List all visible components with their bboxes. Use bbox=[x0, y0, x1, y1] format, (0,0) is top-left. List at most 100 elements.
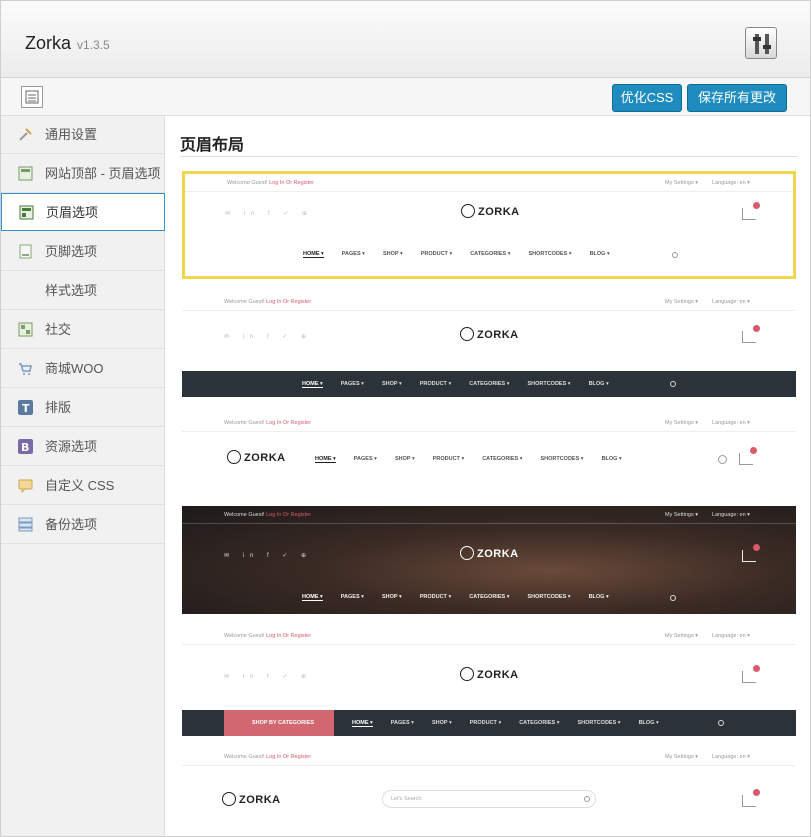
welcome-text: Welcome Guest! Log In Or Register bbox=[224, 633, 312, 639]
layout-topbar: Welcome Guest! Log In Or Register My Set… bbox=[185, 174, 793, 192]
header-layout-option-1[interactable]: Welcome Guest! Log In Or Register My Set… bbox=[182, 171, 796, 279]
logo-mark-icon bbox=[222, 792, 236, 806]
search-input[interactable]: Let's Search bbox=[382, 790, 596, 808]
navbar: SHOP BY CATEGORIES HOME ▾ PAGES ▾ SHOP ▾ PR… bbox=[182, 710, 796, 736]
logo: ZORKA bbox=[461, 204, 520, 219]
cart-icon bbox=[739, 447, 757, 465]
social-icons: ✉ in f ✓ ⊕ bbox=[224, 553, 313, 559]
layout-topbar: Welcome Guest! Log In Or Register My Set… bbox=[182, 627, 796, 645]
settings-toggle-icon[interactable] bbox=[745, 27, 777, 59]
sidebar-item-label: 备份选项 bbox=[45, 517, 98, 532]
sidebar-item-footer[interactable]: 页脚选项 bbox=[1, 233, 165, 271]
sidebar-item-label: 样式选项 bbox=[45, 283, 98, 298]
sidebar-item-label: 排版 bbox=[45, 400, 72, 415]
cart-icon bbox=[742, 202, 760, 220]
search-icon bbox=[718, 720, 724, 726]
search-icon bbox=[670, 381, 676, 387]
welcome-text: Welcome Guest! Log In Or Register bbox=[224, 512, 312, 518]
layout-topbar: Welcome Guest! Log In Or Register My Set… bbox=[182, 293, 796, 311]
sidebar-item-header[interactable]: 页眉选项 bbox=[1, 193, 165, 231]
logo: ZORKA bbox=[460, 546, 519, 561]
app-brand: Zorka v1.3.5 bbox=[25, 33, 110, 54]
page-title: 页眉布局 bbox=[180, 137, 245, 154]
main-menu: HOME ▾ PAGES ▾ SHOP ▾ PRODUCT ▾ CATEGORIES ▾… bbox=[302, 381, 609, 388]
sidebar: 通用设置 网站顶部 - 页眉选项 页眉选项 页脚选项 样式选项 社交 商城WOO… bbox=[1, 116, 165, 836]
sidebar-item-label: 资源选项 bbox=[45, 439, 98, 454]
svg-text:B: B bbox=[21, 441, 29, 454]
language-text: Language: en ▾ bbox=[712, 299, 750, 305]
welcome-text: Welcome Guest! Log In Or Register bbox=[224, 299, 312, 305]
language-text: Language: en ▾ bbox=[712, 754, 750, 760]
shop-by-categories-button[interactable]: SHOP BY CATEGORIES bbox=[224, 710, 334, 736]
page-icon bbox=[19, 244, 32, 259]
logo: ZORKA bbox=[460, 667, 519, 682]
sidebar-item-label: 网站顶部 - 页眉选项 bbox=[45, 166, 161, 181]
layout-topbar: Welcome Guest! Log In Or Register My Set… bbox=[182, 748, 796, 766]
sidebar-item-typography[interactable]: T 排版 bbox=[1, 389, 165, 427]
main-menu: HOME ▾ PAGES ▾ SHOP ▾ PRODUCT ▾ CATEGORIES ▾… bbox=[315, 456, 622, 463]
expand-icon[interactable] bbox=[21, 86, 43, 108]
wrench-icon bbox=[19, 128, 32, 141]
header-layout-option-3[interactable]: Welcome Guest! Log In Or Register My Set… bbox=[182, 414, 796, 502]
sidebar-item-label: 社交 bbox=[45, 322, 72, 337]
logo-mark-icon bbox=[460, 327, 474, 341]
sidebar-item-shop[interactable]: 商城WOO bbox=[1, 350, 165, 388]
sidebar-item-label: 自定义 CSS bbox=[45, 478, 115, 493]
welcome-text: Welcome Guest! Log In Or Register bbox=[227, 180, 315, 186]
main-menu: HOME ▾ PAGES ▾ SHOP ▾ PRODUCT ▾ CATEGORIES ▾… bbox=[352, 720, 659, 727]
language-text: Language: en ▾ bbox=[712, 420, 750, 426]
language-text: Language: en ▾ bbox=[712, 633, 750, 639]
comment-icon bbox=[18, 479, 33, 493]
toolbar: 优化CSS 保存所有更改 bbox=[1, 78, 810, 116]
sidebar-item-styles[interactable]: 样式选项 bbox=[1, 272, 165, 310]
cart-icon bbox=[19, 363, 32, 375]
social-icons: ✉ in f ✓ ⊕ bbox=[224, 674, 313, 680]
optimize-css-button[interactable]: 优化CSS bbox=[612, 84, 682, 112]
sidebar-item-custom-css[interactable]: 自定义 CSS bbox=[1, 467, 165, 505]
navbar: HOME ▾ PAGES ▾ SHOP ▾ PRODUCT ▾ CATEGORIES ▾… bbox=[182, 371, 796, 397]
header-layout-option-2[interactable]: Welcome Guest! Log In Or Register My Set… bbox=[182, 293, 796, 401]
my-settings-text: My Settings ▾ bbox=[665, 420, 699, 426]
sidebar-item-top-bar[interactable]: 网站顶部 - 页眉选项 bbox=[1, 155, 165, 193]
sidebar-item-label: 页脚选项 bbox=[45, 244, 98, 259]
cart-icon bbox=[742, 325, 760, 343]
search-icon bbox=[670, 595, 676, 601]
sidebar-item-social[interactable]: 社交 bbox=[1, 311, 165, 349]
logo: ZORKA bbox=[222, 792, 281, 807]
save-all-button[interactable]: 保存所有更改 bbox=[687, 84, 787, 112]
svg-text:T: T bbox=[22, 402, 30, 415]
header-layout-option-5[interactable]: Welcome Guest! Log In Or Register My Set… bbox=[182, 627, 796, 737]
main-content: 页眉布局 Welcome Guest! Log In Or Register M… bbox=[166, 116, 810, 836]
app-name: Zorka bbox=[25, 33, 72, 53]
social-icons: ✉ in f ✓ ⊕ bbox=[224, 334, 313, 340]
logo-mark-icon bbox=[460, 546, 474, 560]
sidebar-item-label: 商城WOO bbox=[45, 361, 104, 376]
sidebar-item-resources[interactable]: B 资源选项 bbox=[1, 428, 165, 466]
main-menu: HOME ▾ PAGES ▾ SHOP ▾ PRODUCT ▾ CATEGORIES ▾… bbox=[303, 251, 610, 258]
app-version: v1.3.5 bbox=[77, 38, 110, 52]
social-icon bbox=[18, 322, 33, 337]
language-text: Language: en ▾ bbox=[712, 180, 750, 186]
welcome-text: Welcome Guest! Log In Or Register bbox=[224, 754, 312, 760]
bootstrap-icon: B bbox=[18, 439, 33, 454]
header-layout-option-4[interactable]: Welcome Guest! Log In Or Register My Set… bbox=[182, 506, 796, 614]
typography-icon: T bbox=[18, 400, 33, 415]
panel-header: Zorka v1.3.5 bbox=[1, 1, 810, 78]
header-layout-option-6[interactable]: Welcome Guest! Log In Or Register My Set… bbox=[182, 748, 796, 836]
backup-icon bbox=[18, 517, 33, 532]
layout-topbar: Welcome Guest! Log In Or Register My Set… bbox=[182, 506, 796, 524]
search-icon bbox=[718, 455, 727, 464]
logo-mark-icon bbox=[461, 204, 475, 218]
cart-icon bbox=[742, 665, 760, 683]
layout-icon bbox=[19, 205, 34, 220]
my-settings-text: My Settings ▾ bbox=[665, 512, 699, 518]
social-icons: ✉ in f ✓ ⊕ bbox=[225, 211, 314, 217]
sidebar-item-label: 页眉选项 bbox=[46, 205, 99, 220]
sidebar-item-general[interactable]: 通用设置 bbox=[1, 116, 165, 154]
my-settings-text: My Settings ▾ bbox=[665, 180, 699, 186]
divider bbox=[180, 156, 797, 157]
sidebar-item-backup[interactable]: 备份选项 bbox=[1, 506, 165, 544]
search-icon bbox=[584, 796, 590, 802]
my-settings-text: My Settings ▾ bbox=[665, 754, 699, 760]
my-settings-text: My Settings ▾ bbox=[665, 633, 699, 639]
